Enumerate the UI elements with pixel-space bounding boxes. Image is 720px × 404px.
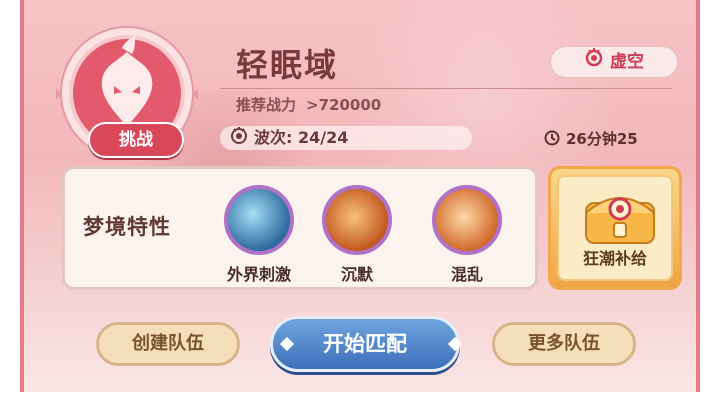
wave-counter: 波次: 24/24 (220, 126, 472, 150)
stage-panel: 挑战 轻眠域 推荐战力 >720000 波次: 24/24 虚空 26分钟25 梦… (20, 0, 700, 392)
more-teams-button[interactable]: 更多队伍 (492, 322, 636, 366)
trait-label: 沉默 (340, 265, 373, 284)
trait-label: 混乱 (450, 265, 483, 284)
dream-traits-label: 梦境特性 (83, 215, 171, 239)
wave-value: 24/24 (297, 128, 349, 147)
trait-external-stimulus[interactable]: 外界刺激 (219, 185, 299, 285)
divider (220, 88, 672, 89)
void-eye-icon (584, 47, 604, 77)
treasure-chest-icon (585, 197, 655, 244)
supply-card: 狂潮补给 (557, 175, 673, 281)
create-team-button[interactable]: 创建队伍 (96, 322, 240, 366)
chaos-icon (432, 185, 502, 255)
timer-value: 26分钟25 (566, 130, 638, 148)
element-type-label: 虚空 (610, 52, 644, 72)
stage-title: 轻眠域 (236, 46, 339, 84)
blue-energy-icon (224, 185, 294, 255)
dream-traits-panel: 梦境特性 外界刺激 沉默 混乱 (62, 166, 538, 290)
trait-chaos[interactable]: 混乱 (427, 185, 507, 285)
trait-label: 外界刺激 (226, 265, 291, 284)
surge-supply-button[interactable]: 狂潮补给 (548, 166, 682, 290)
element-type-tag: 虚空 (550, 46, 678, 78)
start-match-button[interactable]: 开始匹配 (270, 316, 460, 372)
recommended-power-value: >720000 (306, 96, 382, 114)
recommended-power: 推荐战力 >720000 (236, 94, 381, 115)
timer: 26分钟25 (544, 128, 638, 150)
wave-label: 波次: (254, 128, 293, 147)
recommended-power-label: 推荐战力 (236, 96, 297, 114)
trait-silence[interactable]: 沉默 (317, 185, 397, 285)
clock-icon (544, 130, 560, 150)
surge-supply-label: 狂潮补给 (582, 249, 647, 268)
eye-icon (230, 126, 248, 151)
silence-icon (322, 185, 392, 255)
challenge-badge: 挑战 (88, 122, 184, 158)
